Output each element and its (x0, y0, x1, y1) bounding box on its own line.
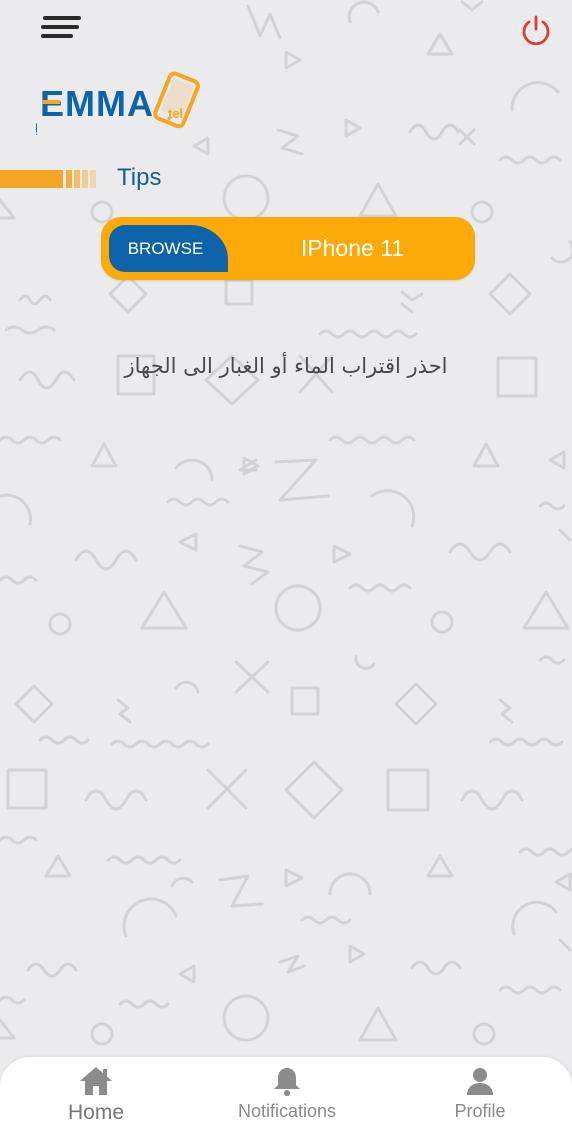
hamburger-menu-icon (43, 16, 81, 20)
power-icon (522, 15, 550, 46)
bell-icon (274, 1068, 300, 1096)
power-button[interactable] (518, 14, 554, 48)
nav-profile[interactable]: Profile (440, 1057, 520, 1131)
hamburger-line (41, 25, 79, 29)
svg-text:tel: tel (168, 106, 183, 121)
hamburger-line (41, 34, 73, 38)
browse-button[interactable]: BROWSE (109, 225, 228, 272)
nav-profile-label: Profile (454, 1101, 506, 1121)
home-icon (80, 1067, 112, 1095)
svg-text:إيماتيل: إيماتيل (36, 122, 38, 135)
nav-home-label: Home (67, 1101, 125, 1124)
nav-home[interactable]: Home (46, 1057, 146, 1131)
menu-button[interactable] (40, 14, 84, 44)
person-icon (467, 1068, 493, 1095)
device-selector[interactable]: BROWSE IPhone 11 (101, 217, 475, 280)
device-name: IPhone 11 (300, 235, 405, 261)
bottom-navigation: Home Notifications Profile (0, 1057, 572, 1131)
nav-notifications-label: Notifications (237, 1101, 337, 1121)
section-title: Tips (117, 164, 162, 191)
tips-accent-bar (0, 170, 98, 188)
tip-text: احذر اقتراب الماء أو الغبار الى الجهاز (124, 354, 448, 378)
emmatel-logo: EMMA tel إيماتيل (7, 70, 206, 138)
nav-notifications[interactable]: Notifications (222, 1057, 352, 1131)
